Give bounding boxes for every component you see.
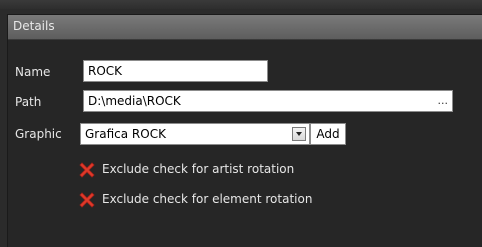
red-x-icon: [79, 162, 95, 178]
exclude-element-rotation-label: Exclude check for element rotation: [102, 192, 313, 206]
path-value: D:\media\ROCK: [88, 94, 181, 108]
exclude-artist-rotation-label: Exclude check for artist rotation: [102, 162, 295, 176]
chevron-down-icon[interactable]: [292, 127, 306, 141]
browse-button[interactable]: ...: [438, 94, 449, 107]
path-label: Path: [15, 95, 42, 109]
red-x-icon: [79, 192, 95, 208]
graphic-select-value: Grafica ROCK: [85, 127, 166, 141]
graphic-select[interactable]: Grafica ROCK: [80, 123, 310, 145]
details-window: Details Name Path D:\media\ROCK ... Grap…: [0, 0, 482, 247]
graphic-label: Graphic: [15, 127, 62, 141]
exclude-artist-rotation-check[interactable]: Exclude check for artist rotation: [78, 160, 338, 178]
path-field[interactable]: D:\media\ROCK ...: [83, 90, 453, 112]
exclude-element-rotation-check[interactable]: Exclude check for element rotation: [78, 190, 348, 208]
name-input[interactable]: [83, 60, 268, 82]
top-strip: [0, 0, 482, 9]
panel-title: Details: [13, 19, 55, 33]
details-panel: Details Name Path D:\media\ROCK ... Grap…: [7, 14, 482, 247]
panel-header: Details: [8, 15, 482, 40]
add-button[interactable]: Add: [310, 123, 346, 145]
name-label: Name: [15, 65, 51, 79]
